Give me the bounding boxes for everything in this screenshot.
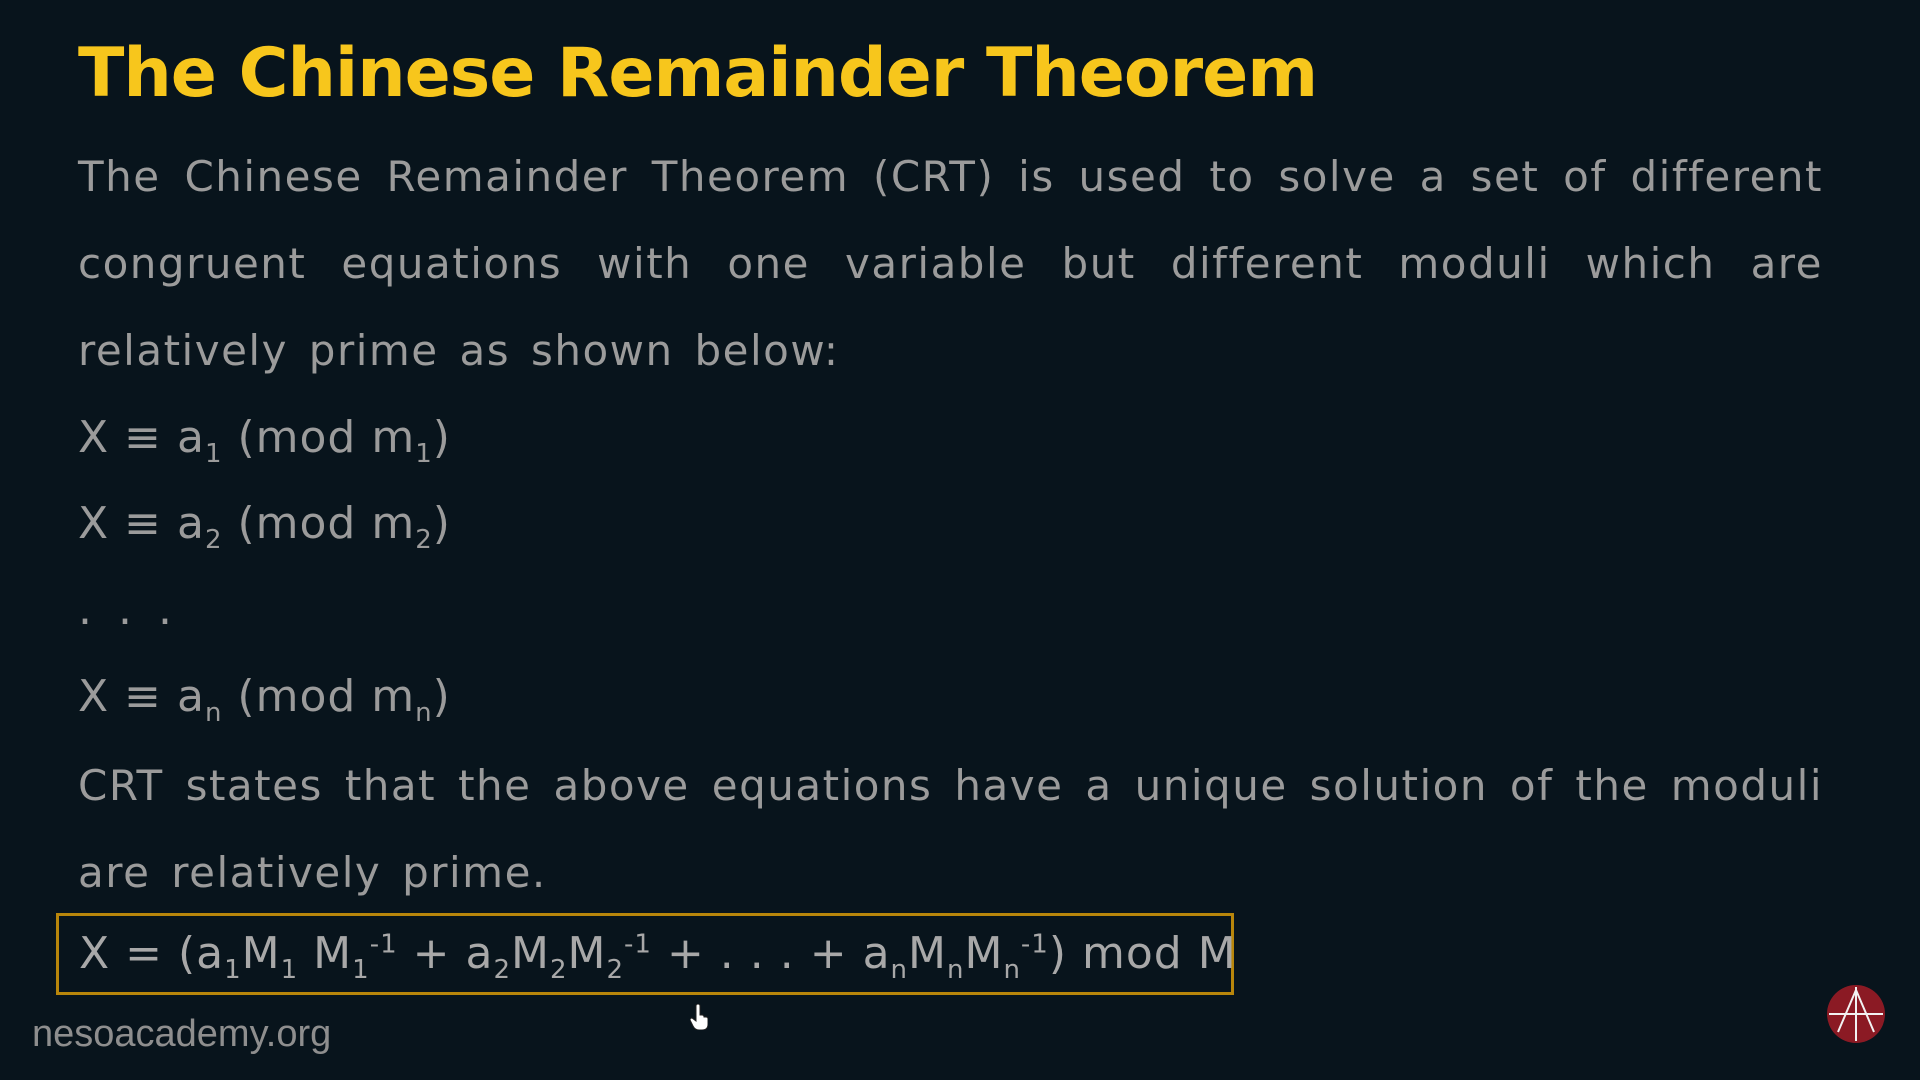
equation-2: X ≡ a2 (mod m2) [78, 498, 451, 555]
crt-formula: X = (a1M1 M1-1 + a2M2M2-1 + . . . + anMn… [79, 928, 1237, 985]
footer-url: nesoacademy.org [32, 1013, 332, 1055]
equation-1: X ≡ a1 (mod m1) [78, 412, 451, 469]
formula-box: X = (a1M1 M1-1 + a2M2M2-1 + . . . + anMn… [56, 913, 1237, 995]
equation-n: X ≡ an (mod mn) [78, 671, 451, 728]
slide: The Chinese Remainder Theorem The Chines… [0, 0, 1920, 1080]
equation-ellipsis: . . . [78, 584, 178, 635]
statement-paragraph: CRT states that the above equations have… [78, 761, 1823, 897]
neso-academy-logo [1827, 985, 1885, 1043]
hand-cursor-icon [690, 1004, 708, 1030]
slide-title: The Chinese Remainder Theorem [78, 34, 1318, 113]
intro-paragraph: The Chinese Remainder Theorem (CRT) is u… [78, 152, 1823, 375]
